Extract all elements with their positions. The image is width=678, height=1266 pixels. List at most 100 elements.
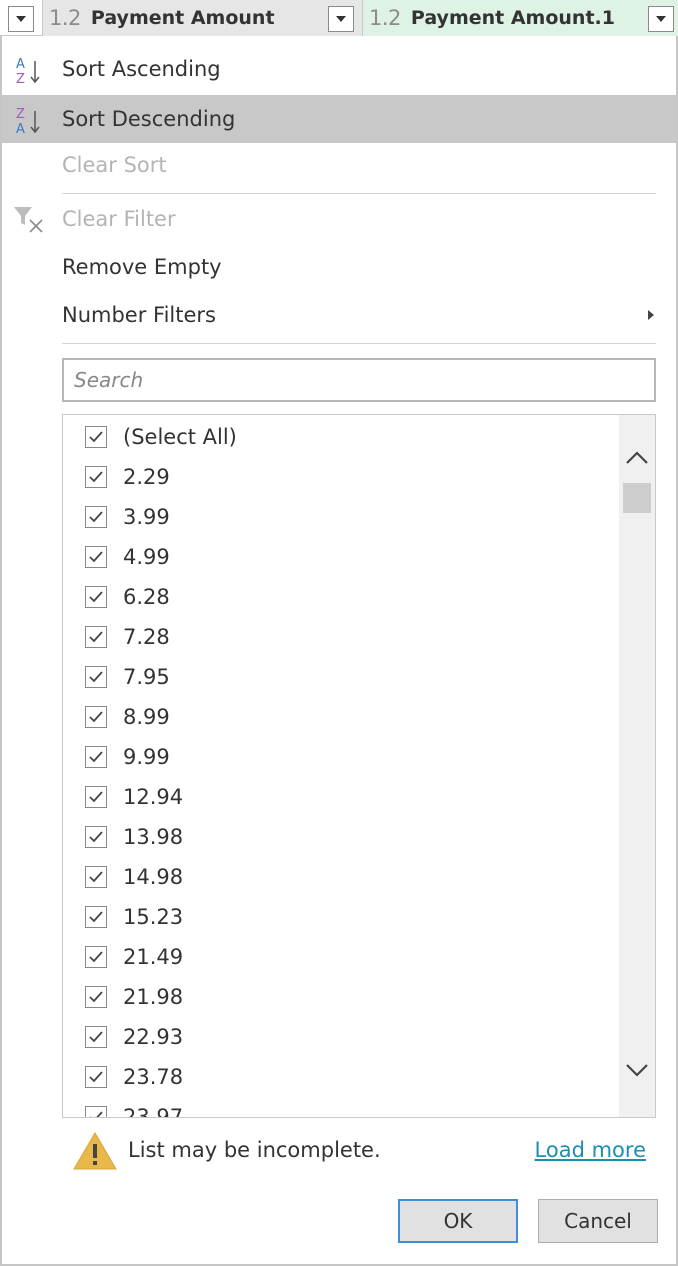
remove-empty-label: Remove Empty	[62, 255, 222, 279]
chevron-down-icon	[16, 16, 26, 22]
filter-list-item-label: (Select All)	[123, 425, 237, 449]
filter-list-item[interactable]: 23.97	[63, 1097, 619, 1117]
checkmark-icon	[89, 831, 103, 843]
filter-list-item[interactable]: 21.98	[63, 977, 619, 1017]
checkbox[interactable]	[85, 1066, 107, 1088]
filter-list-item[interactable]: 2.29	[63, 457, 619, 497]
filter-list-item[interactable]: 13.98	[63, 817, 619, 857]
decimal-type-icon[interactable]: 1.2	[49, 6, 81, 30]
filter-list-item[interactable]: 3.99	[63, 497, 619, 537]
filter-list-item-label: 7.95	[123, 665, 170, 689]
checkbox[interactable]	[85, 546, 107, 568]
clear-sort-item[interactable]: Clear Sort	[2, 141, 676, 189]
checkmark-icon	[89, 671, 103, 683]
ok-button[interactable]: OK	[398, 1199, 518, 1243]
filter-list-item[interactable]: 6.28	[63, 577, 619, 617]
search-input[interactable]	[62, 358, 656, 402]
filter-list-item-label: 21.98	[123, 985, 184, 1009]
prev-column-dropdown-button[interactable]	[8, 6, 34, 32]
checkmark-icon	[89, 471, 103, 483]
filter-list-item[interactable]: 22.93	[63, 1017, 619, 1057]
checkbox[interactable]	[85, 466, 107, 488]
menu-separator	[62, 343, 656, 344]
checkmark-icon	[89, 871, 103, 883]
number-filters-label: Number Filters	[62, 303, 216, 327]
cancel-button[interactable]: Cancel	[538, 1199, 658, 1243]
filter-list-item[interactable]: 21.49	[63, 937, 619, 977]
filter-list-item-label: 4.99	[123, 545, 170, 569]
scrollbar-thumb[interactable]	[623, 483, 651, 513]
checkbox[interactable]	[85, 946, 107, 968]
filter-list-item[interactable]: 9.99	[63, 737, 619, 777]
clear-filter-item[interactable]: Clear Filter	[2, 195, 676, 243]
filter-list-item[interactable]: 12.94	[63, 777, 619, 817]
checkmark-icon	[89, 991, 103, 1003]
decimal-type-icon[interactable]: 1.2	[369, 6, 401, 30]
filter-list-item[interactable]: 4.99	[63, 537, 619, 577]
number-filters-item[interactable]: Number Filters	[2, 291, 676, 339]
checkmark-icon	[89, 791, 103, 803]
checkbox[interactable]	[85, 706, 107, 728]
sort-descending-label: Sort Descending	[62, 107, 236, 131]
sort-za-icon: Z A	[16, 107, 40, 135]
warning-icon	[73, 1132, 117, 1170]
filter-list-item-label: 21.49	[123, 945, 184, 969]
checkbox[interactable]	[85, 826, 107, 848]
filter-list-item[interactable]: (Select All)	[63, 417, 619, 457]
checkbox[interactable]	[85, 666, 107, 688]
sort-ascending-label: Sort Ascending	[62, 57, 221, 81]
checkbox[interactable]	[85, 506, 107, 528]
checkmark-icon	[89, 1071, 103, 1083]
checkbox[interactable]	[85, 906, 107, 928]
sort-descending-item[interactable]: Z A Sort Descending	[2, 95, 676, 143]
column-dropdown-button[interactable]	[328, 6, 354, 32]
checkmark-icon	[89, 631, 103, 643]
checkbox[interactable]	[85, 746, 107, 768]
filter-list-item[interactable]: 23.78	[63, 1057, 619, 1097]
list-scrollbar[interactable]	[619, 415, 655, 1117]
filter-list-item[interactable]: 15.23	[63, 897, 619, 937]
checkbox[interactable]	[85, 1106, 107, 1117]
filter-list-item[interactable]: 8.99	[63, 697, 619, 737]
filter-value-list: (Select All) 2.29 3.99 4.99 6.28 7.28 7.95 8.99…	[62, 414, 656, 1118]
filter-list-item-label: 22.93	[123, 1025, 184, 1049]
column-header-payment-amount-1[interactable]: 1.2 Payment Amount.1	[362, 0, 678, 36]
filter-list-item-label: 6.28	[123, 585, 170, 609]
filter-list-item-label: 8.99	[123, 705, 170, 729]
filter-list-item-label: 15.23	[123, 905, 184, 929]
filter-list-item[interactable]: 7.95	[63, 657, 619, 697]
checkbox[interactable]	[85, 986, 107, 1008]
svg-text:A: A	[16, 122, 25, 135]
filter-list-item-label: 23.78	[123, 1065, 184, 1089]
checkmark-icon	[89, 711, 103, 723]
filter-list-item-label: 2.29	[123, 465, 170, 489]
load-more-link[interactable]: Load more	[535, 1138, 646, 1162]
column-header-payment-amount[interactable]: 1.2 Payment Amount	[42, 0, 362, 36]
checkmark-icon	[89, 911, 103, 923]
sort-ascending-item[interactable]: A Z Sort Ascending	[2, 45, 676, 93]
checkbox[interactable]	[85, 586, 107, 608]
filter-list-item-label: 13.98	[123, 825, 184, 849]
scroll-up-icon[interactable]	[623, 447, 651, 469]
filter-list-item[interactable]: 14.98	[63, 857, 619, 897]
filter-list-item-label: 14.98	[123, 865, 184, 889]
checkbox[interactable]	[85, 866, 107, 888]
scroll-down-icon[interactable]	[623, 1059, 651, 1081]
clear-filter-label: Clear Filter	[62, 207, 176, 231]
svg-text:A: A	[16, 57, 25, 72]
column-dropdown-button-active[interactable]	[648, 6, 674, 32]
remove-empty-item[interactable]: Remove Empty	[2, 243, 676, 291]
checkbox[interactable]	[85, 426, 107, 448]
checkbox[interactable]	[85, 1026, 107, 1048]
checkmark-icon	[89, 1031, 103, 1043]
chevron-down-icon	[336, 16, 346, 22]
checkbox[interactable]	[85, 626, 107, 648]
filter-list-item[interactable]: 7.28	[63, 617, 619, 657]
checkmark-icon	[89, 591, 103, 603]
column-name: Payment Amount.1	[410, 7, 615, 29]
column-header-strip: 1.2 Payment Amount 1.2 Payment Amount.1	[0, 0, 678, 36]
checkmark-icon	[89, 511, 103, 523]
column-name: Payment Amount	[90, 7, 275, 29]
svg-text:Z: Z	[16, 107, 25, 122]
checkbox[interactable]	[85, 786, 107, 808]
